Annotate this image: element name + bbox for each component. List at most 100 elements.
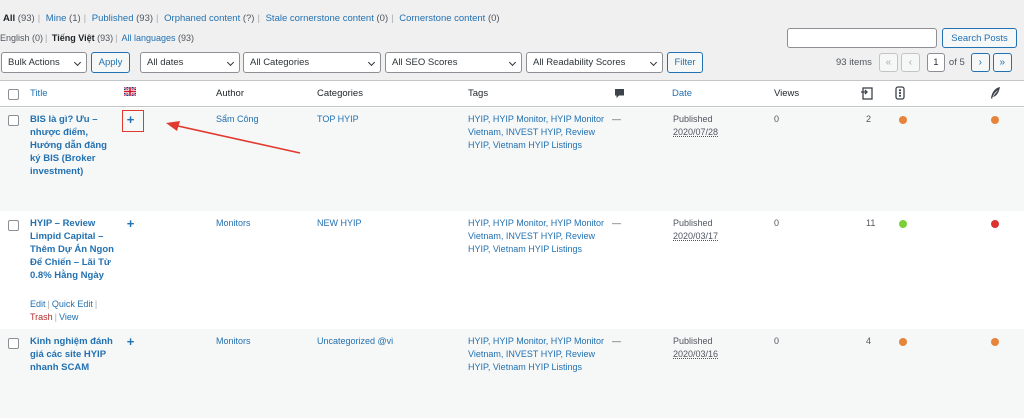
table-nav-top: Bulk Actions Apply All dates All Categor…: [0, 52, 1024, 74]
dates-select[interactable]: All dates: [140, 52, 240, 73]
comment-count: —: [612, 114, 621, 124]
comment-bubble-icon[interactable]: [614, 88, 625, 102]
view-count: 0: [774, 336, 780, 346]
status-filter-links: All (93) | Mine (1) | Published (93) | Orph…: [3, 13, 500, 24]
first-page-button[interactable]: «: [878, 53, 898, 72]
column-date[interactable]: Date: [672, 88, 692, 99]
seo-score-dot: [899, 116, 907, 124]
separator: |: [257, 13, 260, 24]
next-page-button[interactable]: ›: [970, 53, 990, 72]
tags-links[interactable]: HYIP, HYIP Monitor, HYIP Monitor Vietnam…: [468, 113, 608, 151]
total-pages: of 5: [948, 57, 965, 68]
select-all-checkbox[interactable]: [8, 89, 19, 100]
bulk-actions-select[interactable]: Bulk Actions: [1, 52, 87, 73]
seo-score-dot: [899, 338, 907, 346]
column-categories: Categories: [317, 88, 363, 99]
search-input[interactable]: [787, 28, 937, 48]
edit-link[interactable]: Edit: [30, 299, 46, 309]
row-checkbox[interactable]: [8, 338, 19, 349]
author-link[interactable]: Monitors: [216, 335, 251, 348]
current-page-input[interactable]: 1: [926, 53, 945, 72]
pagination: 93 items « ‹ 1 of 5 › »: [836, 52, 1012, 73]
separator: |: [45, 33, 48, 43]
comment-count: —: [612, 336, 621, 346]
post-title-link[interactable]: Kinh nghiệm đánh giá các site HYIP nhanh…: [30, 335, 114, 374]
categories-select[interactable]: All Categories: [243, 52, 381, 73]
readability-score-dot: [991, 116, 999, 124]
view-link[interactable]: View: [59, 312, 78, 322]
filter-button[interactable]: Filter: [667, 52, 703, 73]
add-translation-plus-icon[interactable]: +: [124, 217, 137, 230]
prev-page-button[interactable]: ‹: [900, 53, 920, 72]
internal-links-icon[interactable]: [860, 86, 874, 103]
internal-links-count: 11: [866, 218, 876, 228]
quick-edit-link[interactable]: Quick Edit: [52, 299, 93, 309]
separator: |: [94, 299, 98, 309]
seo-traffic-light-icon[interactable]: [895, 86, 905, 103]
table-row: BIS là gì? Ưu – nhược điểm, Hướng dẫn đă…: [0, 108, 1024, 211]
separator: |: [54, 312, 58, 322]
post-date: 2020/07/28: [673, 127, 719, 137]
category-link[interactable]: TOP HYIP: [317, 113, 359, 126]
lang-all[interactable]: All languages (93): [121, 33, 194, 43]
filter-published[interactable]: Published (93): [92, 13, 153, 24]
readability-feather-icon[interactable]: [989, 86, 1001, 103]
language-filter-links: English (0) | Tiếng Việt (93) | All langua…: [0, 33, 194, 43]
table-row: HYIP – Review Limpid Capital – Thêm Dự Á…: [0, 211, 1024, 329]
view-count: 0: [774, 218, 780, 228]
comment-count: —: [612, 218, 621, 228]
internal-links-count: 2: [866, 114, 872, 124]
internal-links-count: 4: [866, 336, 872, 346]
column-tags: Tags: [468, 88, 489, 99]
add-translation-plus-icon[interactable]: +: [124, 335, 137, 348]
readability-scores-select[interactable]: All Readability Scores: [526, 52, 663, 73]
search-posts-button[interactable]: Search Posts: [942, 28, 1017, 48]
readability-score-dot: [991, 338, 999, 346]
filter-orphaned[interactable]: Orphaned content (?): [164, 13, 254, 24]
seo-score-dot: [899, 220, 907, 228]
annotation-highlight-box: [122, 110, 144, 132]
posts-table: Title Author Categories Tags Date Views …: [0, 80, 1024, 418]
filter-all[interactable]: All (93): [3, 13, 35, 24]
category-link[interactable]: Uncategorized @vi: [317, 335, 393, 348]
filter-cornerstone[interactable]: Cornerstone content (0): [399, 13, 499, 24]
lang-english[interactable]: English (0): [0, 33, 43, 43]
post-status: Published: [673, 336, 713, 346]
tags-links[interactable]: HYIP, HYIP Monitor, HYIP Monitor Vietnam…: [468, 217, 608, 255]
separator: |: [83, 13, 87, 24]
category-link[interactable]: NEW HYIP: [317, 217, 362, 230]
lang-vietnamese[interactable]: Tiếng Việt (93): [52, 33, 113, 43]
trash-link[interactable]: Trash: [30, 312, 53, 322]
author-link[interactable]: Sẩm Công: [216, 113, 259, 126]
separator: |: [47, 299, 50, 309]
column-views: Views: [774, 88, 800, 99]
table-header: Title Author Categories Tags Date Views: [0, 81, 1024, 107]
post-title-link[interactable]: HYIP – Review Limpid Capital – Thêm Dự Á…: [30, 217, 114, 282]
separator: |: [115, 33, 118, 43]
view-count: 0: [774, 114, 780, 124]
column-author: Author: [216, 88, 244, 99]
uk-flag-icon: [123, 86, 137, 99]
separator: |: [156, 13, 159, 24]
table-row: Kinh nghiệm đánh giá các site HYIP nhanh…: [0, 329, 1024, 418]
post-date: 2020/03/16: [673, 349, 719, 359]
readability-score-dot: [991, 220, 999, 228]
apply-button[interactable]: Apply: [91, 52, 130, 73]
filter-stale-cornerstone[interactable]: Stale cornerstone content (0): [266, 13, 389, 24]
last-page-button[interactable]: »: [992, 53, 1012, 72]
row-actions: Edit | Quick Edit |: [30, 298, 99, 311]
row-actions-2: Trash | View: [30, 311, 78, 324]
author-link[interactable]: Monitors: [216, 217, 251, 230]
post-title-link[interactable]: BIS là gì? Ưu – nhược điểm, Hướng dẫn đă…: [30, 113, 114, 178]
filter-mine[interactable]: Mine (1): [46, 13, 81, 24]
post-status: Published: [673, 218, 713, 228]
seo-scores-select[interactable]: All SEO Scores: [385, 52, 522, 73]
separator: |: [37, 13, 41, 24]
tags-links[interactable]: HYIP, HYIP Monitor, HYIP Monitor Vietnam…: [468, 335, 608, 373]
row-checkbox[interactable]: [8, 115, 19, 126]
row-checkbox[interactable]: [8, 220, 19, 231]
post-status: Published: [673, 114, 713, 124]
items-count: 93 items: [836, 57, 872, 68]
separator: |: [391, 13, 394, 24]
column-title[interactable]: Title: [30, 88, 48, 99]
